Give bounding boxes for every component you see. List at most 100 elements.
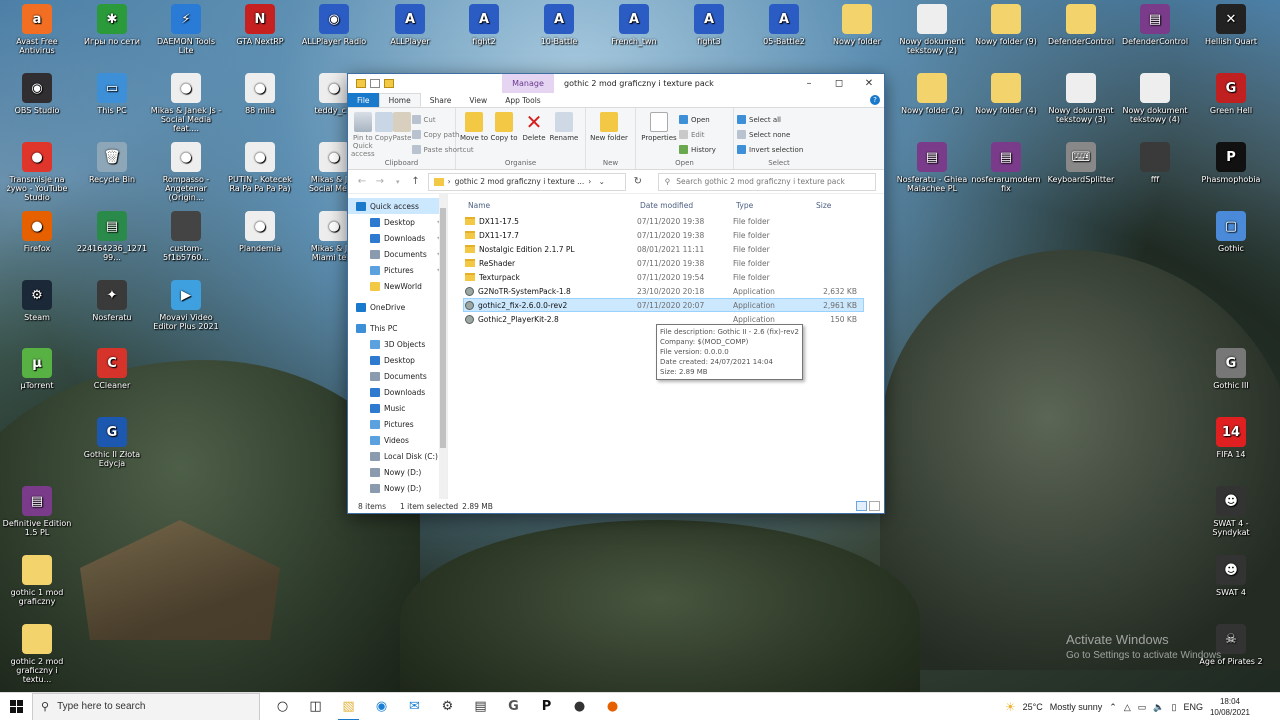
- nav-item[interactable]: Desktop⌖: [348, 214, 447, 230]
- weather-sun-icon[interactable]: ☀: [1005, 700, 1016, 714]
- desktop-icon[interactable]: ▤ DefenderControl: [1119, 4, 1191, 46]
- address-bar[interactable]: › gothic 2 mod graficzny i texture ... ›…: [427, 172, 626, 191]
- gothic-taskbar-icon[interactable]: G: [497, 693, 530, 720]
- network-icon[interactable]: △: [1124, 702, 1131, 713]
- weather-temp[interactable]: 25°C: [1023, 702, 1043, 712]
- desktop-icon[interactable]: Nowy folder (2): [896, 73, 968, 115]
- file-row[interactable]: G2NoTR-SystemPack-1.8 23/10/2020 20:18 App…: [448, 284, 884, 298]
- obs-taskbar-icon[interactable]: ●: [563, 693, 596, 720]
- clock[interactable]: 18:04 10/08/2021: [1210, 696, 1250, 718]
- language-indicator[interactable]: ENG: [1183, 702, 1203, 712]
- close-button[interactable]: ✕: [854, 74, 884, 93]
- nav-item[interactable]: OneDrive: [348, 299, 447, 315]
- desktop-icon[interactable]: G Green Hell: [1195, 73, 1267, 115]
- desktop-icon[interactable]: G Gothic II Złota Edycja: [76, 417, 148, 468]
- nav-item[interactable]: Documents: [348, 368, 447, 384]
- nav-item[interactable]: Downloads: [348, 384, 447, 400]
- app-icon-dark[interactable]: ▤: [464, 693, 497, 720]
- file-row[interactable]: DX11-17.5 07/11/2020 19:38 File folder: [448, 214, 884, 228]
- select-none-button[interactable]: Select none: [737, 128, 803, 141]
- desktop-icon[interactable]: ● Rompasso - Angetenar (Origin...: [150, 142, 222, 202]
- help-icon[interactable]: ?: [870, 95, 880, 105]
- column-size[interactable]: Size: [814, 201, 858, 210]
- firefox-taskbar-icon[interactable]: ●: [596, 693, 629, 720]
- desktop-icon[interactable]: gothic 1 mod graficzny: [1, 555, 73, 606]
- desktop-icon[interactable]: ◉ ALLPlayer Radio: [298, 4, 370, 46]
- desktop-icon[interactable]: ☻ SWAT 4: [1195, 555, 1267, 597]
- nav-item[interactable]: Local Disk (C:): [348, 448, 447, 464]
- window-titlebar[interactable]: Manage gothic 2 mod graficzny i texture …: [348, 74, 884, 93]
- search-input[interactable]: Search gothic 2 mod graficzny i texture …: [676, 177, 845, 186]
- nav-item[interactable]: Quick access: [348, 198, 447, 214]
- nav-item[interactable]: 3D Objects: [348, 336, 447, 352]
- desktop-icon[interactable]: ● 88 mila: [224, 73, 296, 115]
- desktop-icon[interactable]: Afight3: [673, 4, 745, 46]
- column-name[interactable]: Name: [466, 201, 638, 210]
- nav-item[interactable]: Music: [348, 400, 447, 416]
- nav-item[interactable]: This PC: [348, 320, 447, 336]
- nav-item[interactable]: Videos: [348, 432, 447, 448]
- desktop-icon[interactable]: ● PUTIN - Kotecek Ra Pa Pa Pa Pa): [224, 142, 296, 193]
- desktop-icon[interactable]: 14 FIFA 14: [1195, 417, 1267, 459]
- desktop-icon[interactable]: ▶ Movavi Video Editor Plus 2021: [150, 280, 222, 331]
- desktop-icon[interactable]: ● Plandemia: [224, 211, 296, 253]
- tab-file[interactable]: File: [348, 93, 379, 107]
- desktop-icon[interactable]: ⌨ KeyboardSplitter: [1045, 142, 1117, 184]
- nav-item[interactable]: Nowy (D:): [348, 480, 447, 496]
- tab-app-tools[interactable]: App Tools: [496, 93, 550, 107]
- volume-icon[interactable]: 🔈: [1153, 702, 1164, 713]
- forward-arrow-icon[interactable]: →: [374, 176, 386, 187]
- select-all-button[interactable]: Select all: [737, 113, 803, 126]
- file-row[interactable]: gothic2_fix-2.6.0.0-rev2 07/11/2020 20:07…: [463, 298, 864, 312]
- desktop-icon[interactable]: ▤ Nosferatu - Ghiea Malachee PL: [896, 142, 968, 193]
- search-box[interactable]: ⚲ Search gothic 2 mod graficzny i textur…: [657, 172, 876, 191]
- nav-item[interactable]: NewWorld: [348, 278, 447, 294]
- large-icons-view-icon[interactable]: [869, 501, 880, 511]
- steam-taskbar-icon[interactable]: ⚙: [431, 693, 464, 720]
- desktop-icon[interactable]: ▢ Gothic: [1195, 211, 1267, 253]
- file-row[interactable]: Nostalgic Edition 2.1.7 PL 08/01/2021 11:…: [448, 242, 884, 256]
- desktop-icon[interactable]: ◉ OBS Studio: [1, 73, 73, 115]
- desktop-icon[interactable]: ▤ nosferarumodernfix: [970, 142, 1042, 193]
- desktop-icon[interactable]: Nowy folder: [821, 4, 893, 46]
- start-button[interactable]: [0, 693, 32, 720]
- desktop-icon[interactable]: ✱ Игры по сети: [76, 4, 148, 46]
- details-view-icon[interactable]: [856, 501, 867, 511]
- desktop-icon[interactable]: ⚡ DAEMON Tools Lite: [150, 4, 222, 55]
- desktop-icon[interactable]: ✕ Hellish Quart: [1195, 4, 1267, 46]
- monitor-icon[interactable]: ▭: [1138, 702, 1147, 713]
- desktop-icon[interactable]: ● Firefox: [1, 211, 73, 253]
- desktop-icon[interactable]: gothic 2 mod graficzny i textu...: [1, 624, 73, 684]
- desktop-icon[interactable]: C CCleaner: [76, 348, 148, 390]
- edge-icon[interactable]: ◉: [365, 693, 398, 720]
- tab-manage[interactable]: Manage: [502, 74, 554, 93]
- desktop-icon[interactable]: µ µTorrent: [1, 348, 73, 390]
- file-row[interactable]: DX11-17.7 07/11/2020 19:38 File folder: [448, 228, 884, 242]
- desktop-icon[interactable]: A 10-Battle: [523, 4, 595, 46]
- desktop-icon[interactable]: ● Mikas & Janek Js - Social Media feat...…: [150, 73, 222, 133]
- desktop-icon[interactable]: DefenderControl: [1045, 4, 1117, 46]
- properties-icon[interactable]: [370, 79, 380, 88]
- chevron-up-icon[interactable]: ⌃: [1109, 702, 1117, 713]
- desktop-icon[interactable]: ▤ 224164236_127199...: [76, 211, 148, 262]
- desktop-icon[interactable]: ▤ Definitive Edition 1.5 PL: [1, 486, 73, 537]
- desktop-icon[interactable]: fff: [1119, 142, 1191, 184]
- desktop-icon[interactable]: Afight2: [448, 4, 520, 46]
- file-row[interactable]: Texturpack 07/11/2020 19:54 File folder: [448, 270, 884, 284]
- edit-button[interactable]: Edit: [679, 128, 716, 141]
- tab-home[interactable]: Home: [378, 93, 421, 107]
- desktop-icon[interactable]: custom-5f1b5760...: [150, 211, 222, 262]
- desktop-icon[interactable]: G Gothic III: [1195, 348, 1267, 390]
- desktop-icon[interactable]: Nowy folder (9): [970, 4, 1042, 46]
- desktop-icon[interactable]: ● Transmisje na żywo - YouTube Studio: [1, 142, 73, 202]
- invert-selection-button[interactable]: Invert selection: [737, 143, 803, 156]
- address-dropdown-icon[interactable]: ⌄: [599, 177, 605, 186]
- desktop-icon[interactable]: A ALLPlayer: [374, 4, 446, 46]
- taskbar-search-input[interactable]: Type here to search: [57, 701, 145, 712]
- nav-item[interactable]: Pictures⌖: [348, 262, 447, 278]
- recent-locations-icon[interactable]: ▾: [392, 178, 404, 186]
- nav-item[interactable]: Documents⌖: [348, 246, 447, 262]
- maximize-button[interactable]: ◻: [824, 74, 854, 93]
- desktop-icon[interactable]: ✦ Nosferatu: [76, 280, 148, 322]
- desktop-icon[interactable]: Nowy dokument tekstowy (4): [1119, 73, 1191, 124]
